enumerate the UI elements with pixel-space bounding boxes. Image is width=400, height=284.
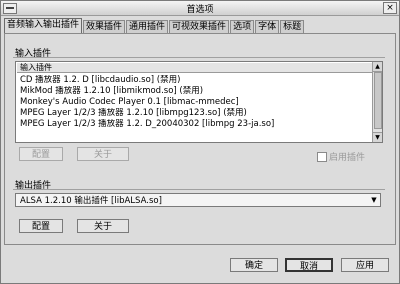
output-plugin-selected: ALSA 1.2.10 输出插件 [libALSA.so] xyxy=(20,196,162,206)
tab-visual-plugins[interactable]: 可视效果插件 xyxy=(169,20,230,34)
tab-bar: 音频输入输出插件 效果插件 通用插件 可视效果插件 选项 字体 标题 xyxy=(4,18,305,34)
preferences-window: 首选项 × 音频输入输出插件 效果插件 通用插件 可视效果插件 选项 字体 标题… xyxy=(0,0,400,284)
enable-plugin-label: 启用插件 xyxy=(329,153,366,163)
tab-effect-plugins[interactable]: 效果插件 xyxy=(83,20,126,34)
list-item[interactable]: CD 播放器 1.2. D [libcdaudio.so] (禁用) xyxy=(20,75,370,86)
output-about-button[interactable]: 关于 xyxy=(77,219,129,233)
scroll-thumb[interactable] xyxy=(374,72,382,129)
scroll-up-icon[interactable]: ▲ xyxy=(373,62,382,72)
input-config-button[interactable]: 配置 xyxy=(19,147,63,161)
list-item[interactable]: MPEG Layer 1/2/3 播放器 1.2. D_20040302 [li… xyxy=(20,119,370,130)
enable-plugin-checkbox[interactable] xyxy=(317,151,327,162)
enable-plugin-toggle[interactable]: 启用插件 xyxy=(317,150,365,163)
output-plugin-select[interactable]: ALSA 1.2.10 输出插件 [libALSA.so] ▼ xyxy=(15,193,381,207)
apply-button[interactable]: 应用 xyxy=(341,258,389,272)
list-item[interactable]: MPEG Layer 1/2/3 播放器 1.2.10 [libmpg123.s… xyxy=(20,108,370,119)
cancel-button[interactable]: 取消 xyxy=(285,258,333,272)
title-bar: 首选项 × xyxy=(1,1,399,16)
input-plugins-list[interactable]: 输入插件 CD 播放器 1.2. D [libcdaudio.so] (禁用) … xyxy=(15,61,383,143)
list-item[interactable]: MikMod 播放器 1.2.10 [libmikmod.so] (禁用) xyxy=(20,86,370,97)
chevron-down-icon[interactable]: ▼ xyxy=(368,194,380,206)
list-column-header[interactable]: 输入插件 xyxy=(17,63,372,73)
list-scrollbar[interactable]: ▲ ▼ xyxy=(372,62,382,142)
input-about-button[interactable]: 关于 xyxy=(77,147,129,161)
tab-io-plugins[interactable]: 音频输入输出插件 xyxy=(4,18,83,34)
tab-fonts[interactable]: 字体 xyxy=(255,20,280,34)
input-section-divider xyxy=(13,57,385,58)
list-item[interactable]: Monkey's Audio Codec Player 0.1 [libmac-… xyxy=(20,97,370,108)
tab-general-plugins[interactable]: 通用插件 xyxy=(126,20,169,34)
close-icon[interactable]: × xyxy=(383,2,397,14)
window-title: 首选项 xyxy=(186,5,214,15)
output-config-button[interactable]: 配置 xyxy=(19,219,63,233)
ok-button[interactable]: 确定 xyxy=(230,258,278,272)
output-section-divider xyxy=(13,189,385,190)
tab-options[interactable]: 选项 xyxy=(230,20,255,34)
scroll-down-icon[interactable]: ▼ xyxy=(373,132,382,142)
tab-title[interactable]: 标题 xyxy=(280,20,305,34)
